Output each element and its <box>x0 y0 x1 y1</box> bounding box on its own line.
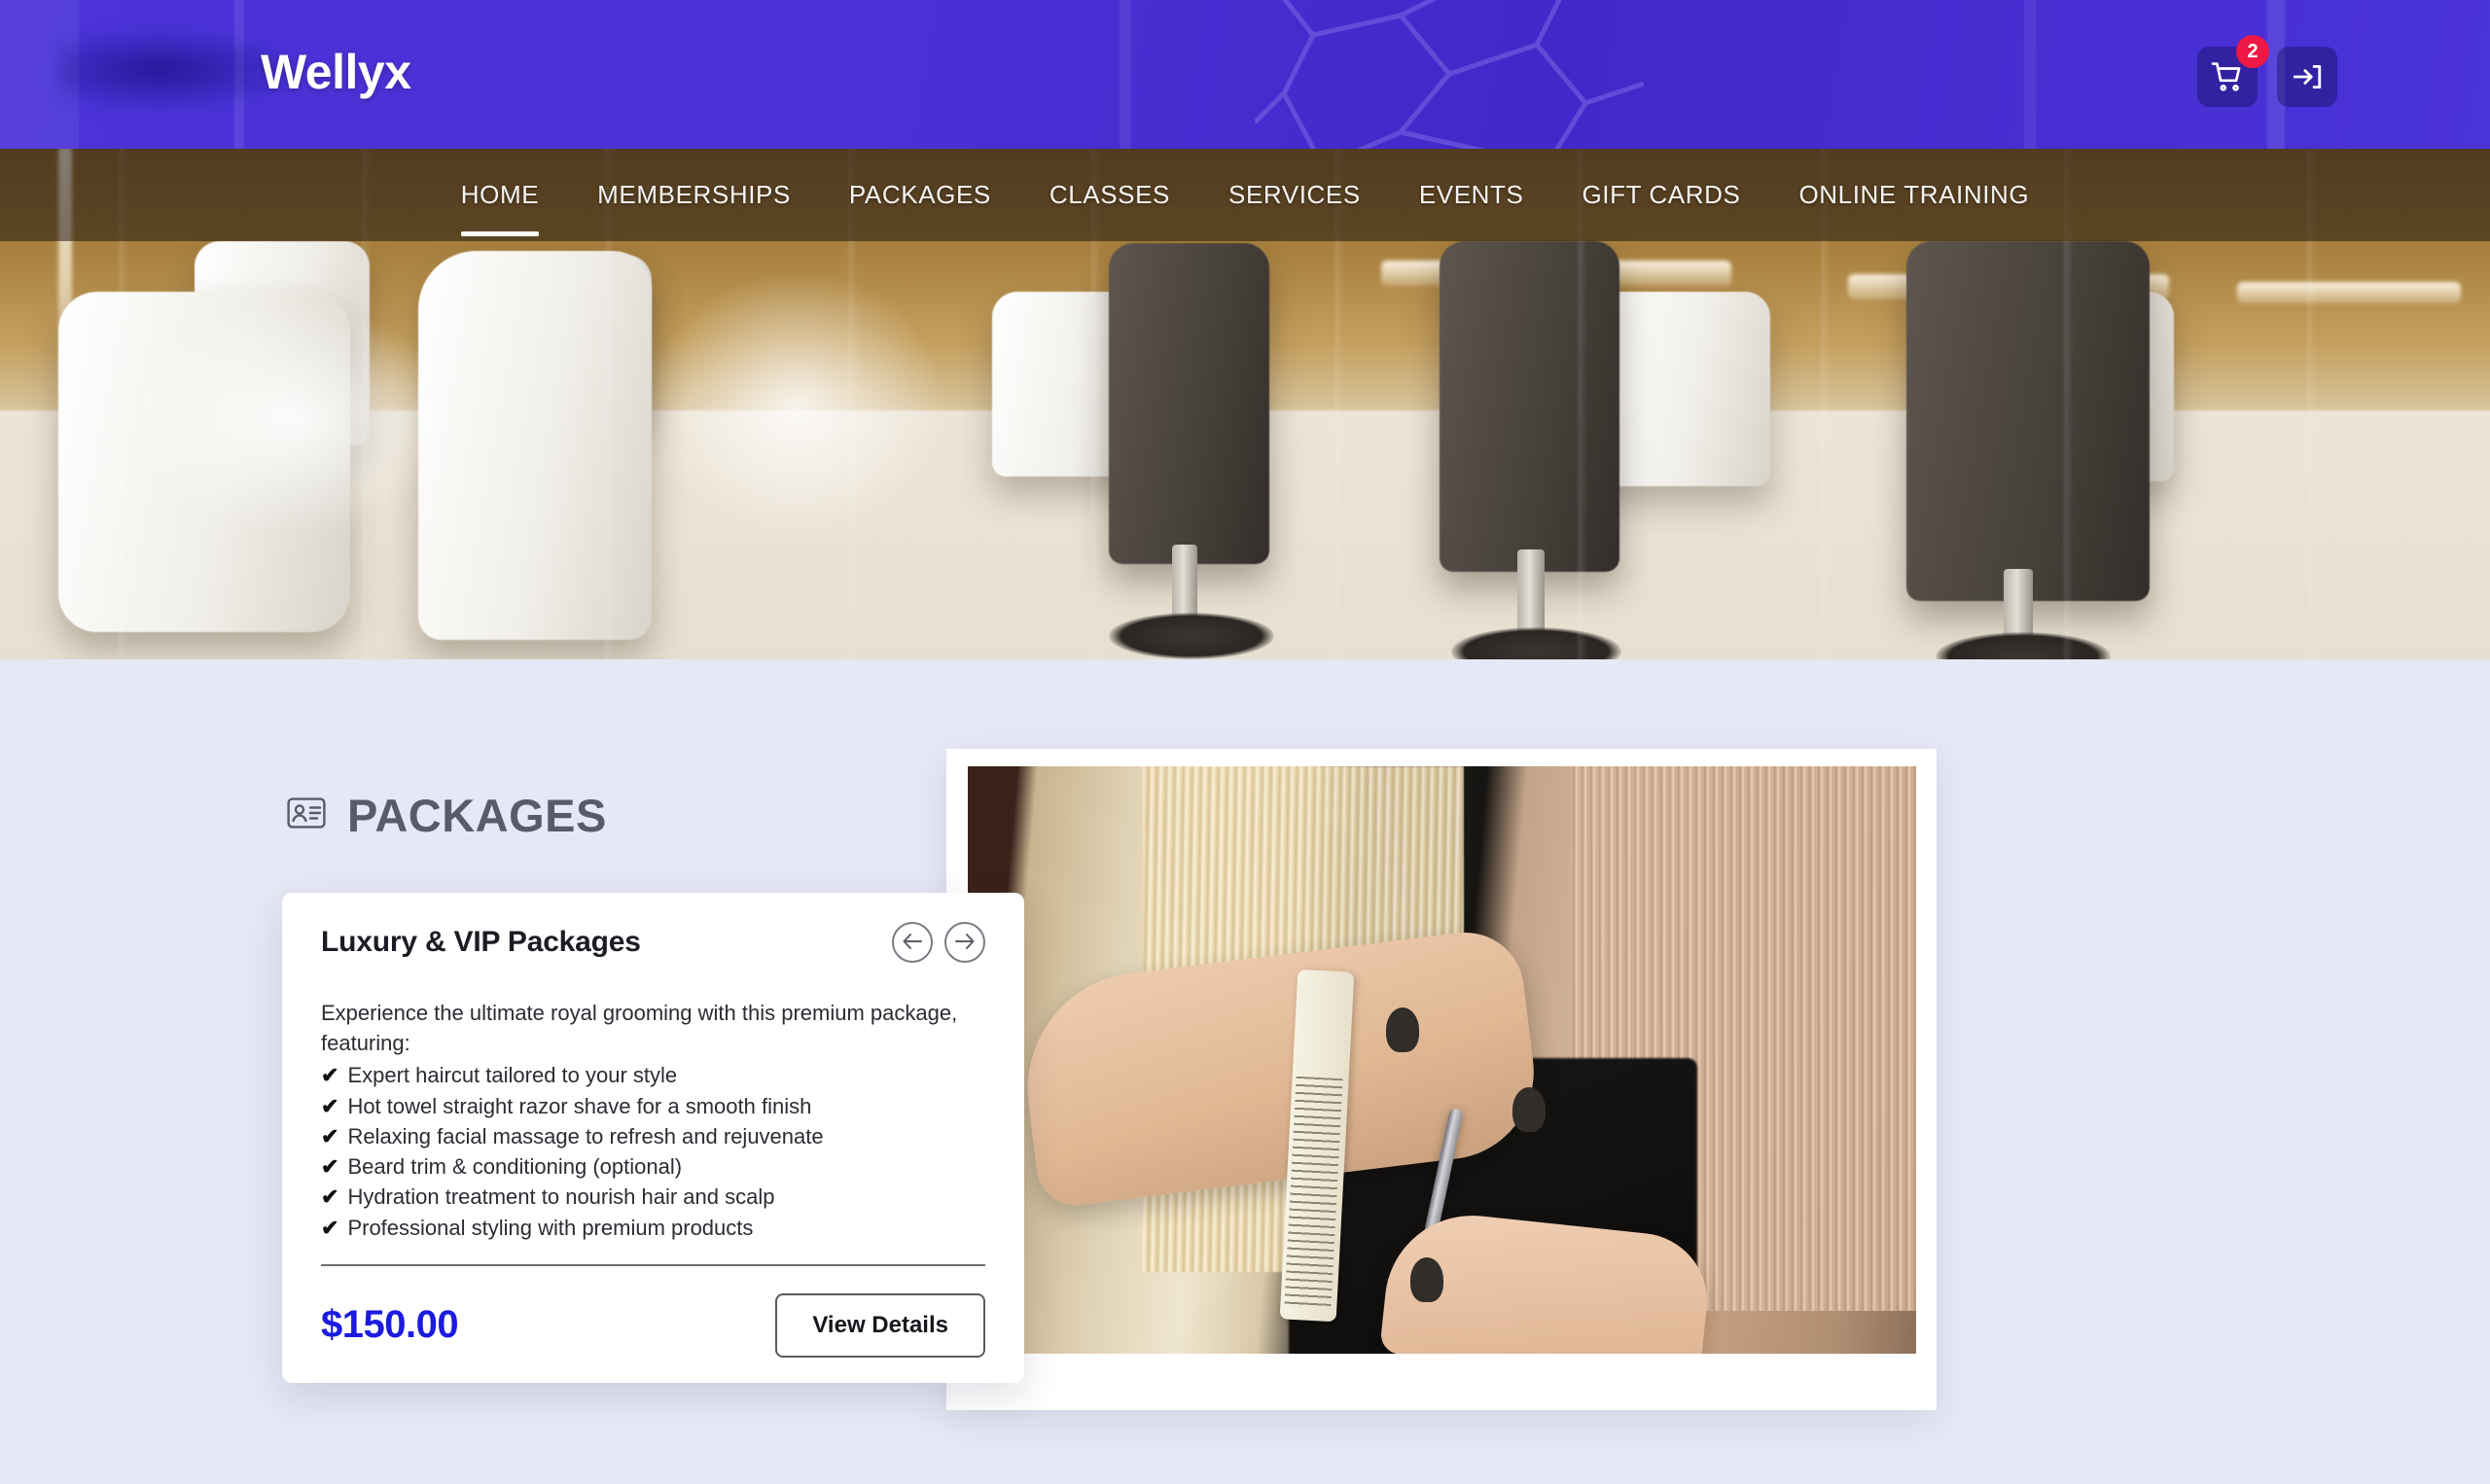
package-card-header: Luxury & VIP Packages <box>321 922 985 963</box>
brand-logo[interactable]: Wellyx <box>261 44 411 100</box>
cart-button[interactable]: 2 <box>2197 35 2269 107</box>
package-price: $150.00 <box>321 1303 459 1347</box>
packages-heading: PACKAGES <box>287 789 607 842</box>
check-icon: ✔ <box>321 1123 339 1148</box>
list-item: ✔ Expert haircut tailored to your style <box>321 1060 985 1090</box>
carousel-prev-button[interactable] <box>892 922 933 963</box>
lattice-decor <box>1255 0 1644 149</box>
list-item-label: Expert haircut tailored to your style <box>347 1063 678 1088</box>
page-title: PACKAGES <box>347 790 607 841</box>
check-icon: ✔ <box>321 1093 339 1118</box>
cart-badge: 2 <box>2236 35 2269 68</box>
hero-banner: Wellyx 2 HOME MEMBERSHIPS PACKAGES CLASS… <box>0 0 2490 659</box>
nav-item-events[interactable]: EVENTS <box>1390 180 1553 210</box>
nav-item-gift-cards[interactable]: GIFT CARDS <box>1552 180 1769 210</box>
arrow-left-circle-icon <box>902 933 923 953</box>
check-icon: ✔ <box>321 1184 339 1210</box>
id-card-icon <box>287 797 326 833</box>
card-divider <box>321 1263 985 1266</box>
nav-item-memberships[interactable]: MEMBERSHIPS <box>568 180 820 210</box>
list-item: ✔ Beard trim & conditioning (optional) <box>321 1151 985 1182</box>
list-item: ✔ Hydration treatment to nourish hair an… <box>321 1182 985 1212</box>
nav-item-classes[interactable]: CLASSES <box>1020 180 1199 210</box>
list-item: ✔ Hot towel straight razor shave for a s… <box>321 1091 985 1121</box>
sign-in-icon <box>2291 60 2324 93</box>
list-item-label: Relaxing facial massage to refresh and r… <box>347 1123 824 1148</box>
header-actions: 2 <box>2197 35 2337 107</box>
package-description: Experience the ultimate royal grooming w… <box>321 1001 958 1056</box>
package-image <box>968 766 1916 1354</box>
package-card-footer: $150.00 View Details <box>321 1292 985 1358</box>
shopping-cart-icon <box>2211 60 2244 93</box>
arrow-right-circle-icon <box>954 933 976 953</box>
brand-bar: Wellyx 2 <box>0 0 2490 149</box>
page-root: Wellyx 2 HOME MEMBERSHIPS PACKAGES CLASS… <box>0 0 2490 1484</box>
list-item-label: Beard trim & conditioning (optional) <box>347 1154 683 1180</box>
nav-item-online-training[interactable]: ONLINE TRAINING <box>1769 180 2058 210</box>
package-media-panel <box>946 749 1937 1410</box>
package-card: Luxury & VIP Packages Experience the ult… <box>282 893 1024 1383</box>
nav-item-packages[interactable]: PACKAGES <box>820 180 1020 210</box>
check-icon: ✔ <box>321 1063 339 1088</box>
nav-item-home[interactable]: HOME <box>432 180 568 236</box>
list-item: ✔ Professional styling with premium prod… <box>321 1213 985 1243</box>
main-navigation: HOME MEMBERSHIPS PACKAGES CLASSES SERVIC… <box>0 149 2490 241</box>
check-icon: ✔ <box>321 1154 339 1180</box>
list-item: ✔ Relaxing facial massage to refresh and… <box>321 1121 985 1151</box>
login-button[interactable] <box>2277 47 2337 107</box>
list-item-label: Hot towel straight razor shave for a smo… <box>347 1093 812 1118</box>
carousel-controls <box>892 922 985 963</box>
view-details-button[interactable]: View Details <box>775 1292 985 1358</box>
package-card-title: Luxury & VIP Packages <box>321 926 641 958</box>
list-item-label: Professional styling with premium produc… <box>347 1215 754 1240</box>
package-feature-list: ✔ Expert haircut tailored to your style … <box>321 1060 985 1242</box>
nav-item-services[interactable]: SERVICES <box>1199 180 1390 210</box>
check-icon: ✔ <box>321 1215 339 1240</box>
carousel-next-button[interactable] <box>944 922 985 963</box>
list-item-label: Hydration treatment to nourish hair and … <box>347 1184 775 1210</box>
